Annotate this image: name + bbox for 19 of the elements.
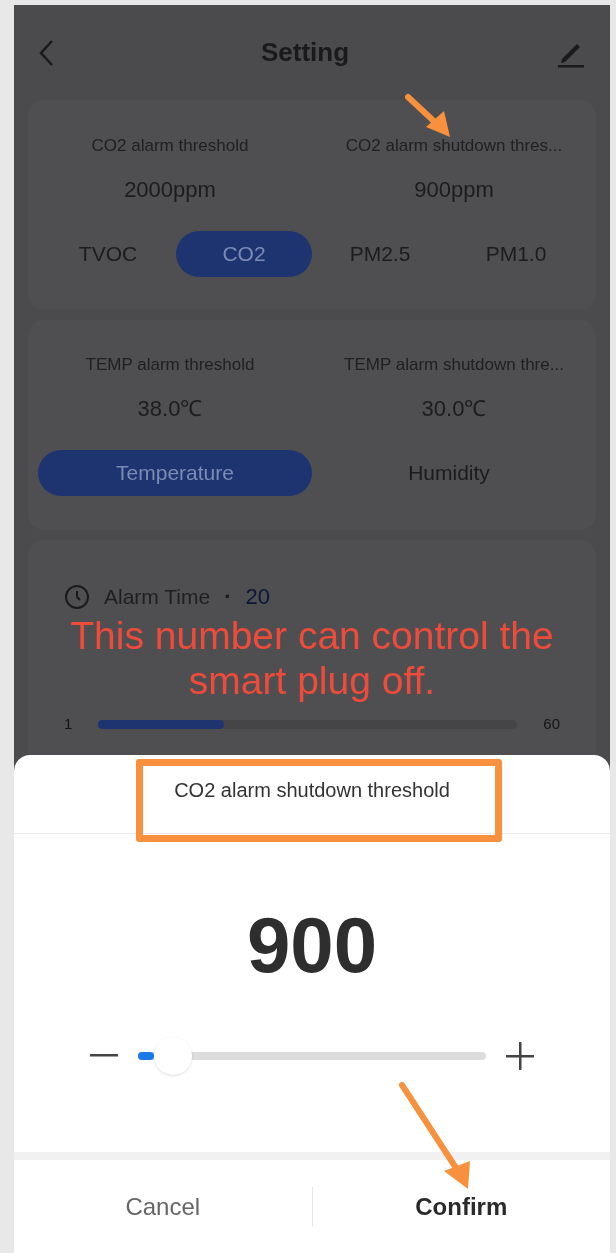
plus-icon[interactable] xyxy=(506,1042,534,1070)
threshold-slider[interactable] xyxy=(138,1036,486,1076)
alarm-time-value: 20 xyxy=(245,583,270,611)
clock-icon xyxy=(64,583,90,610)
slider-max-label: 60 xyxy=(543,714,560,734)
sheet-title: CO2 alarm shutdown threshold xyxy=(174,778,450,803)
threshold-value: 900 xyxy=(245,906,379,984)
tab[interactable]: Temperature xyxy=(38,449,312,496)
slider-thumb[interactable] xyxy=(153,1037,192,1075)
slider-min-label: 1 xyxy=(64,714,73,734)
alarm-time-slider[interactable] xyxy=(98,719,518,729)
back-icon[interactable] xyxy=(38,38,54,67)
tab[interactable]: CO2 xyxy=(176,230,312,277)
annotation-caption: This number can control the smart plug off. xyxy=(69,613,555,703)
separator-dot: · xyxy=(224,583,232,611)
confirm-button[interactable]: Confirm xyxy=(409,1184,514,1229)
annotation-arrow xyxy=(405,94,450,137)
minus-icon[interactable] xyxy=(90,1054,118,1058)
cancel-button[interactable]: Cancel xyxy=(119,1184,207,1229)
